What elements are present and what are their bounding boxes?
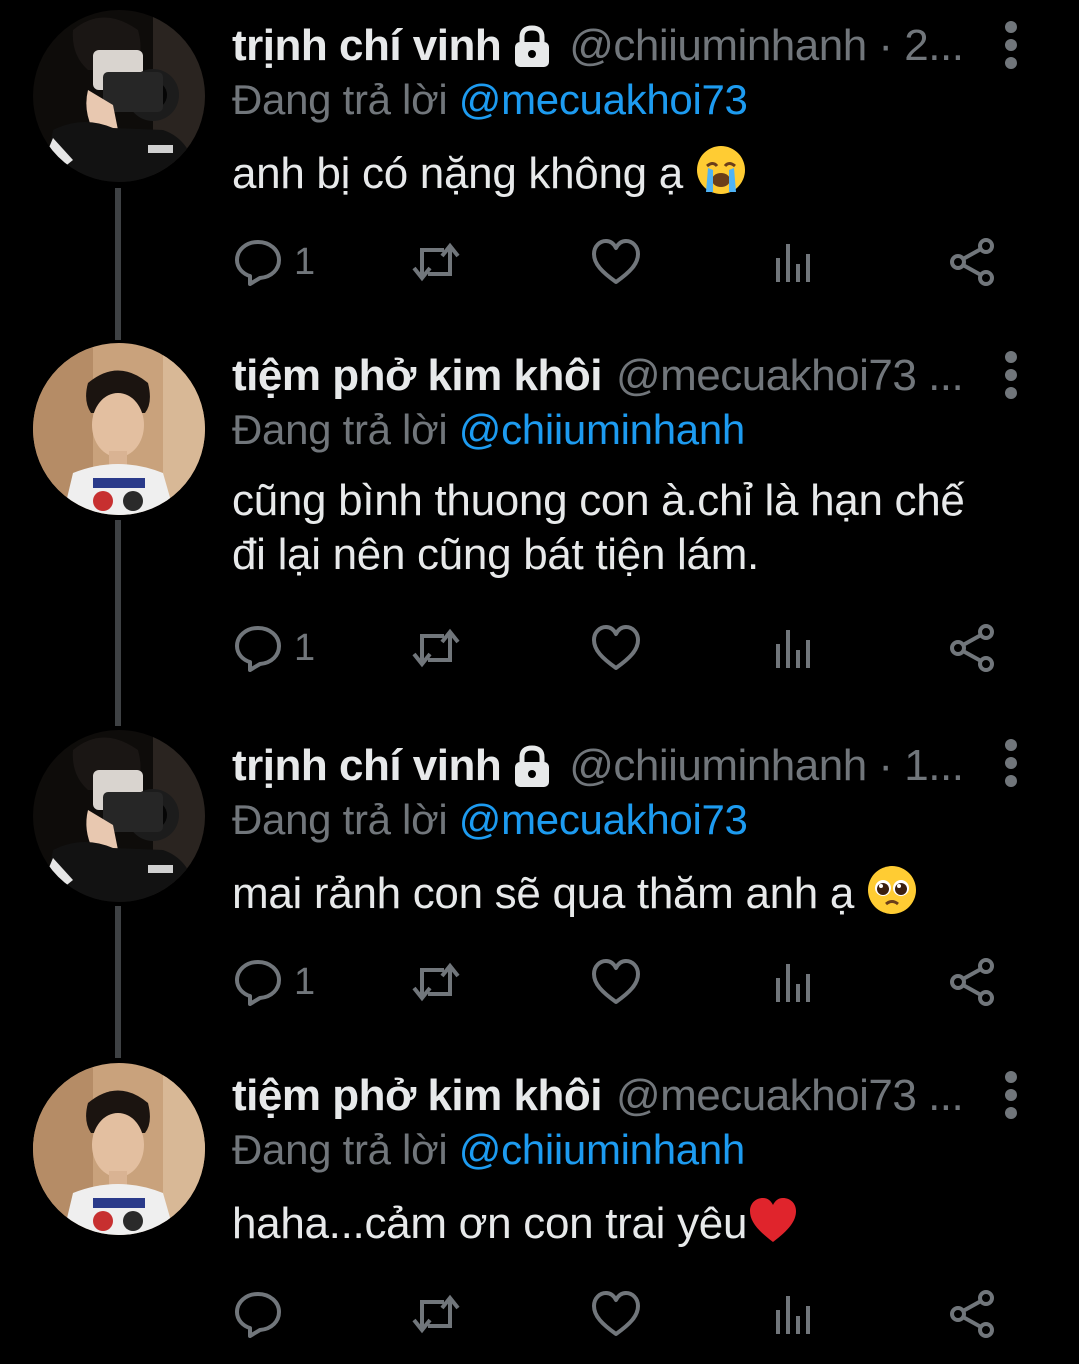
reply-button[interactable]: 1 [232,618,315,678]
share-button[interactable] [946,952,998,1012]
tweet-text-line: mai rảnh con sẽ qua thăm anh ạ [232,869,855,918]
heart-icon [592,959,640,1004]
tweet-text-line: haha...cảm ơn con trai yêu [232,1199,748,1248]
display-name[interactable]: tiệm phở kim khôi [232,1071,602,1121]
share-icon [950,1290,994,1338]
handle-timestamp[interactable]: @mecuakhoi73 ... [616,1071,963,1121]
handle-timestamp[interactable]: @chiiuminhanh · 1... [569,741,963,791]
avatar-boy-portrait[interactable] [33,343,205,515]
more-options-icon[interactable] [1002,1070,1020,1120]
display-name[interactable]: trịnh chí vinh [232,21,502,71]
reply-context: Đang trả lời @mecuakhoi73 [232,794,1049,846]
reply-icon [235,240,281,286]
retweet-button[interactable] [410,952,462,1012]
views-button[interactable] [768,952,820,1012]
tweet[interactable]: tiệm phở kim khôi @mecuakhoi73 ... Đang … [0,330,1079,720]
share-icon [950,958,994,1006]
more-options-icon[interactable] [1002,20,1020,70]
analytics-icon [776,630,810,668]
reply-icon [235,626,281,672]
red-heart-emoji [750,1198,797,1242]
like-button[interactable] [590,1284,642,1344]
views-button[interactable] [768,232,820,292]
reply-to-link[interactable]: @mecuakhoi73 [459,76,748,123]
tweet-text: mai rảnh con sẽ qua thăm anh ạ [232,864,1049,921]
tweet-text: cũng bình thuong con à.chỉ là hạn chế đi… [232,474,1049,582]
analytics-icon [776,964,810,1002]
reply-prefix: Đang trả lời [232,796,448,843]
like-button[interactable] [590,232,642,292]
share-icon [950,624,994,672]
lock-icon [515,25,550,67]
heart-icon [592,239,640,284]
reply-count: 1 [294,626,316,669]
tweet-text-line: đi lại nên cũng bát tiện lám. [232,530,759,579]
tweet[interactable]: tiệm phở kim khôi @mecuakhoi73 ... Đang … [0,1050,1079,1364]
tweet-text: haha...cảm ơn con trai yêu [232,1194,1049,1251]
avatar-boy-portrait[interactable] [33,1063,205,1235]
analytics-icon [776,1296,810,1334]
display-name[interactable]: tiệm phở kim khôi [232,351,602,401]
reply-button[interactable]: 1 [232,232,315,292]
views-button[interactable] [768,1284,820,1344]
crying-face-emoji [696,146,745,194]
handle-timestamp[interactable]: @chiiuminhanh · 2... [569,21,963,71]
handle-timestamp[interactable]: @mecuakhoi73 ... [616,351,963,401]
reply-prefix: Đang trả lời [232,1126,448,1173]
tweet[interactable]: trịnh chí vinh @chiiuminhanh · 2... Đang… [0,0,1079,330]
reply-button[interactable] [232,1284,294,1344]
retweet-icon [412,628,460,668]
retweet-button[interactable] [410,618,462,678]
tweet-text: anh bị có nặng không ạ [232,144,1049,201]
heart-icon [592,625,640,670]
retweet-button[interactable] [410,1284,462,1344]
analytics-icon [776,244,810,282]
reply-to-link[interactable]: @mecuakhoi73 [459,796,748,843]
reply-icon [235,960,281,1006]
reply-context: Đang trả lời @chiiuminhanh [232,404,1049,456]
reply-prefix: Đang trả lời [232,406,448,453]
reply-thread: trịnh chí vinh @chiiuminhanh · 2... Đang… [0,0,1079,1364]
reply-count: 1 [294,240,316,283]
views-button[interactable] [768,618,820,678]
retweet-icon [412,1294,460,1334]
avatar-camera-user[interactable] [33,730,205,902]
reply-count: 1 [294,960,316,1003]
lock-icon [515,745,550,787]
tweet-text-line: cũng bình thuong con à.chỉ là hạn chế [232,476,965,525]
like-button[interactable] [590,618,642,678]
reply-to-link[interactable]: @chiiuminhanh [459,1126,746,1173]
share-button[interactable] [946,1284,998,1344]
reply-context: Đang trả lời @mecuakhoi73 [232,74,1049,126]
reply-icon [235,1292,281,1338]
heart-icon [592,1291,640,1336]
reply-prefix: Đang trả lời [232,76,448,123]
more-options-icon[interactable] [1002,738,1020,788]
display-name[interactable]: trịnh chí vinh [232,741,502,791]
share-button[interactable] [946,232,998,292]
like-button[interactable] [590,952,642,1012]
avatar-camera-user[interactable] [33,10,205,182]
pleading-face-emoji [868,866,916,914]
reply-button[interactable]: 1 [232,952,315,1012]
more-options-icon[interactable] [1002,350,1020,400]
retweet-icon [412,242,460,282]
share-button[interactable] [946,618,998,678]
retweet-icon [412,962,460,1002]
reply-context: Đang trả lời @chiiuminhanh [232,1124,1049,1176]
share-icon [950,238,994,286]
reply-to-link[interactable]: @chiiuminhanh [459,406,746,453]
tweet-text-line: anh bị có nặng không ạ [232,149,683,198]
retweet-button[interactable] [410,232,462,292]
tweet[interactable]: trịnh chí vinh @chiiuminhanh · 1... Đang… [0,720,1079,1050]
